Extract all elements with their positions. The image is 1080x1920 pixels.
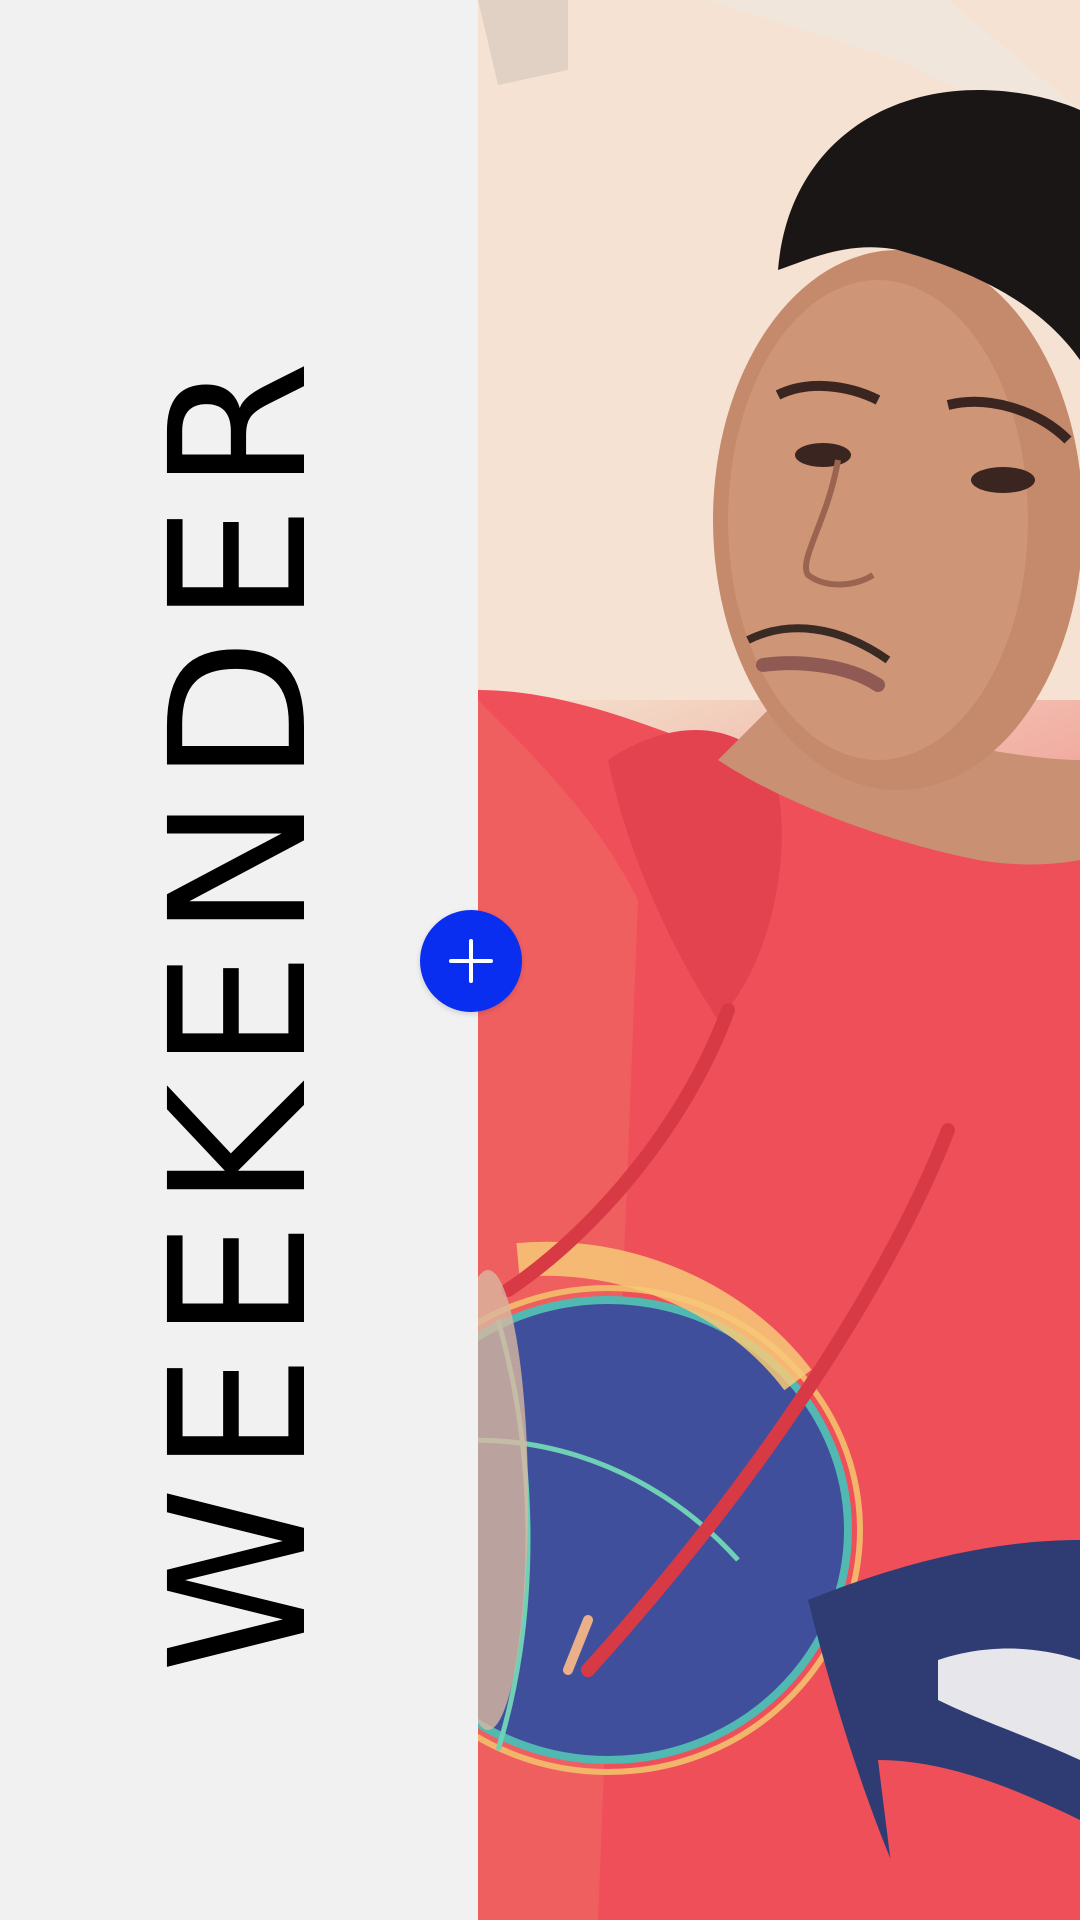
add-button[interactable] [420,910,522,1012]
vertical-title: WEEKENDER [130,346,349,1674]
photo-illustration [478,0,1080,1920]
person-photo [478,0,1080,1920]
plus-icon [449,939,493,983]
screen: WEEKENDER [0,0,1080,1920]
left-panel: WEEKENDER [0,0,478,1920]
